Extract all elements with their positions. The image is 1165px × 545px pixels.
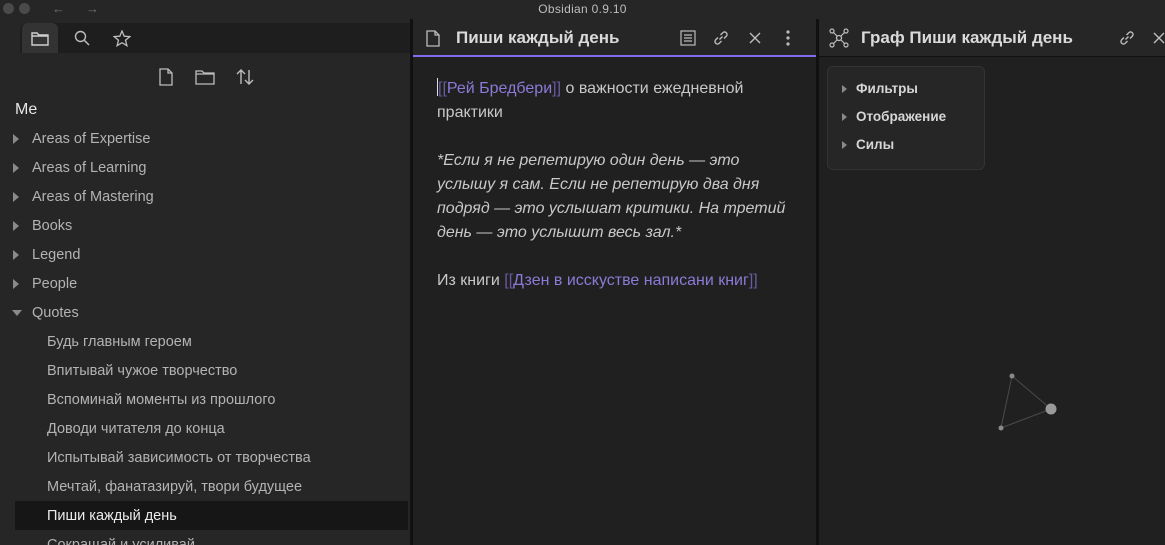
close-icon <box>749 32 761 44</box>
tab-file-explorer[interactable] <box>22 23 58 53</box>
collapse-arrow-icon <box>13 163 19 173</box>
file-explorer-sidebar: Me Areas of Expertise Areas of Learning … <box>0 19 410 545</box>
folder-icon <box>31 31 49 46</box>
paragraph-quote: *Если я не репетирую один день — это усл… <box>437 152 786 241</box>
folder-areas-of-learning[interactable]: Areas of Learning <box>0 153 410 182</box>
expand-arrow-icon <box>842 113 847 121</box>
collapse-arrow-icon <box>13 134 19 144</box>
paragraph-author: [[Рей Бредбери]] о важности ежедневной п… <box>437 78 744 121</box>
new-folder-button[interactable] <box>193 65 217 89</box>
star-icon <box>113 29 131 47</box>
expand-arrow-icon <box>842 85 847 93</box>
collapse-arrow-icon <box>13 250 19 260</box>
graph-node-current[interactable] <box>1045 403 1057 415</box>
graph-edge <box>1000 375 1013 429</box>
graph-edge <box>1000 408 1052 429</box>
graph-pane: Граф Пиши каждый день Фильтры Отображени… <box>819 19 1165 545</box>
preview-toggle-button[interactable] <box>678 28 698 48</box>
folder-quotes[interactable]: Quotes <box>0 298 410 327</box>
expand-arrow-icon <box>842 141 847 149</box>
graph-title: Граф Пиши каждый день <box>861 28 1073 47</box>
file-item[interactable]: Впитывай чужое творчество <box>0 356 410 385</box>
collapse-arrow-icon <box>13 192 19 202</box>
note-content[interactable]: [[Рей Бредбери]] о важности ежедневной п… <box>437 77 797 317</box>
app-title: Obsidian 0.9.10 <box>538 2 627 16</box>
reading-view-icon <box>680 30 696 46</box>
link-pane-button[interactable] <box>1117 28 1137 48</box>
sort-icon <box>236 69 254 85</box>
new-note-icon <box>159 68 173 86</box>
collapse-arrow-icon <box>13 221 19 231</box>
search-icon <box>74 30 90 46</box>
folder-areas-of-mastering[interactable]: Areas of Mastering <box>0 182 410 211</box>
link-pane-button[interactable] <box>711 28 731 48</box>
link-icon <box>1120 31 1134 45</box>
tab-search[interactable] <box>64 23 100 53</box>
collapse-arrow-icon <box>13 279 19 289</box>
editor-header: Пиши каждый день <box>413 19 816 57</box>
filters-section[interactable]: Фильтры <box>842 81 918 96</box>
expand-arrow-icon <box>12 310 22 316</box>
file-item[interactable]: Сокращай и усиливай <box>0 530 410 545</box>
graph-icon <box>829 28 849 48</box>
editor-pane: Пиши каждый день [[Рей Бредбери]] о важн… <box>413 19 816 545</box>
link-icon <box>714 31 728 45</box>
graph-controls-panel: Фильтры Отображение Силы <box>827 66 985 170</box>
graph-node[interactable] <box>998 425 1004 431</box>
note-file-icon <box>423 28 443 48</box>
close-icon <box>1153 32 1165 44</box>
forces-section[interactable]: Силы <box>842 137 894 152</box>
folder-legend[interactable]: Legend <box>0 240 410 269</box>
wikilink-book[interactable]: Дзен в исскустве написани книг <box>513 272 749 289</box>
file-item[interactable]: Испытывай зависимость от творчества <box>0 443 410 472</box>
new-folder-icon <box>195 70 215 85</box>
vault-name: Me <box>15 101 38 118</box>
more-options-button[interactable] <box>778 28 798 48</box>
file-item[interactable]: Будь главным героем <box>0 327 410 356</box>
title-bar: ← → Obsidian 0.9.10 <box>0 0 1165 19</box>
graph-canvas[interactable] <box>979 359 1099 469</box>
close-pane-button[interactable] <box>1149 28 1165 48</box>
sidebar-actions <box>150 65 270 89</box>
paragraph-source: Из книги [[Дзен в исскустве написани кни… <box>437 272 758 289</box>
tab-starred[interactable] <box>104 23 140 53</box>
close-pane-button[interactable] <box>745 28 765 48</box>
more-vertical-icon <box>786 30 790 46</box>
wikilink-author[interactable]: Рей Бредбери <box>447 80 552 97</box>
graph-node[interactable] <box>1009 373 1015 379</box>
file-item-selected[interactable]: Пиши каждый день <box>15 501 408 530</box>
file-tree: Areas of Expertise Areas of Learning Are… <box>0 124 410 545</box>
file-item[interactable]: Доводи читателя до конца <box>0 414 410 443</box>
folder-people[interactable]: People <box>0 269 410 298</box>
folder-areas-of-expertise[interactable]: Areas of Expertise <box>0 124 410 153</box>
file-item[interactable]: Вспоминай моменты из прошлого <box>0 385 410 414</box>
note-title: Пиши каждый день <box>456 28 620 47</box>
graph-edge <box>1011 375 1052 410</box>
folder-books[interactable]: Books <box>0 211 410 240</box>
sidebar-tab-bar <box>20 23 410 53</box>
display-section[interactable]: Отображение <box>842 109 946 124</box>
graph-header: Граф Пиши каждый день <box>819 19 1165 57</box>
file-item[interactable]: Мечтай, фанатазируй, твори будущее <box>0 472 410 501</box>
new-note-button[interactable] <box>154 65 178 89</box>
sort-button[interactable] <box>233 65 257 89</box>
